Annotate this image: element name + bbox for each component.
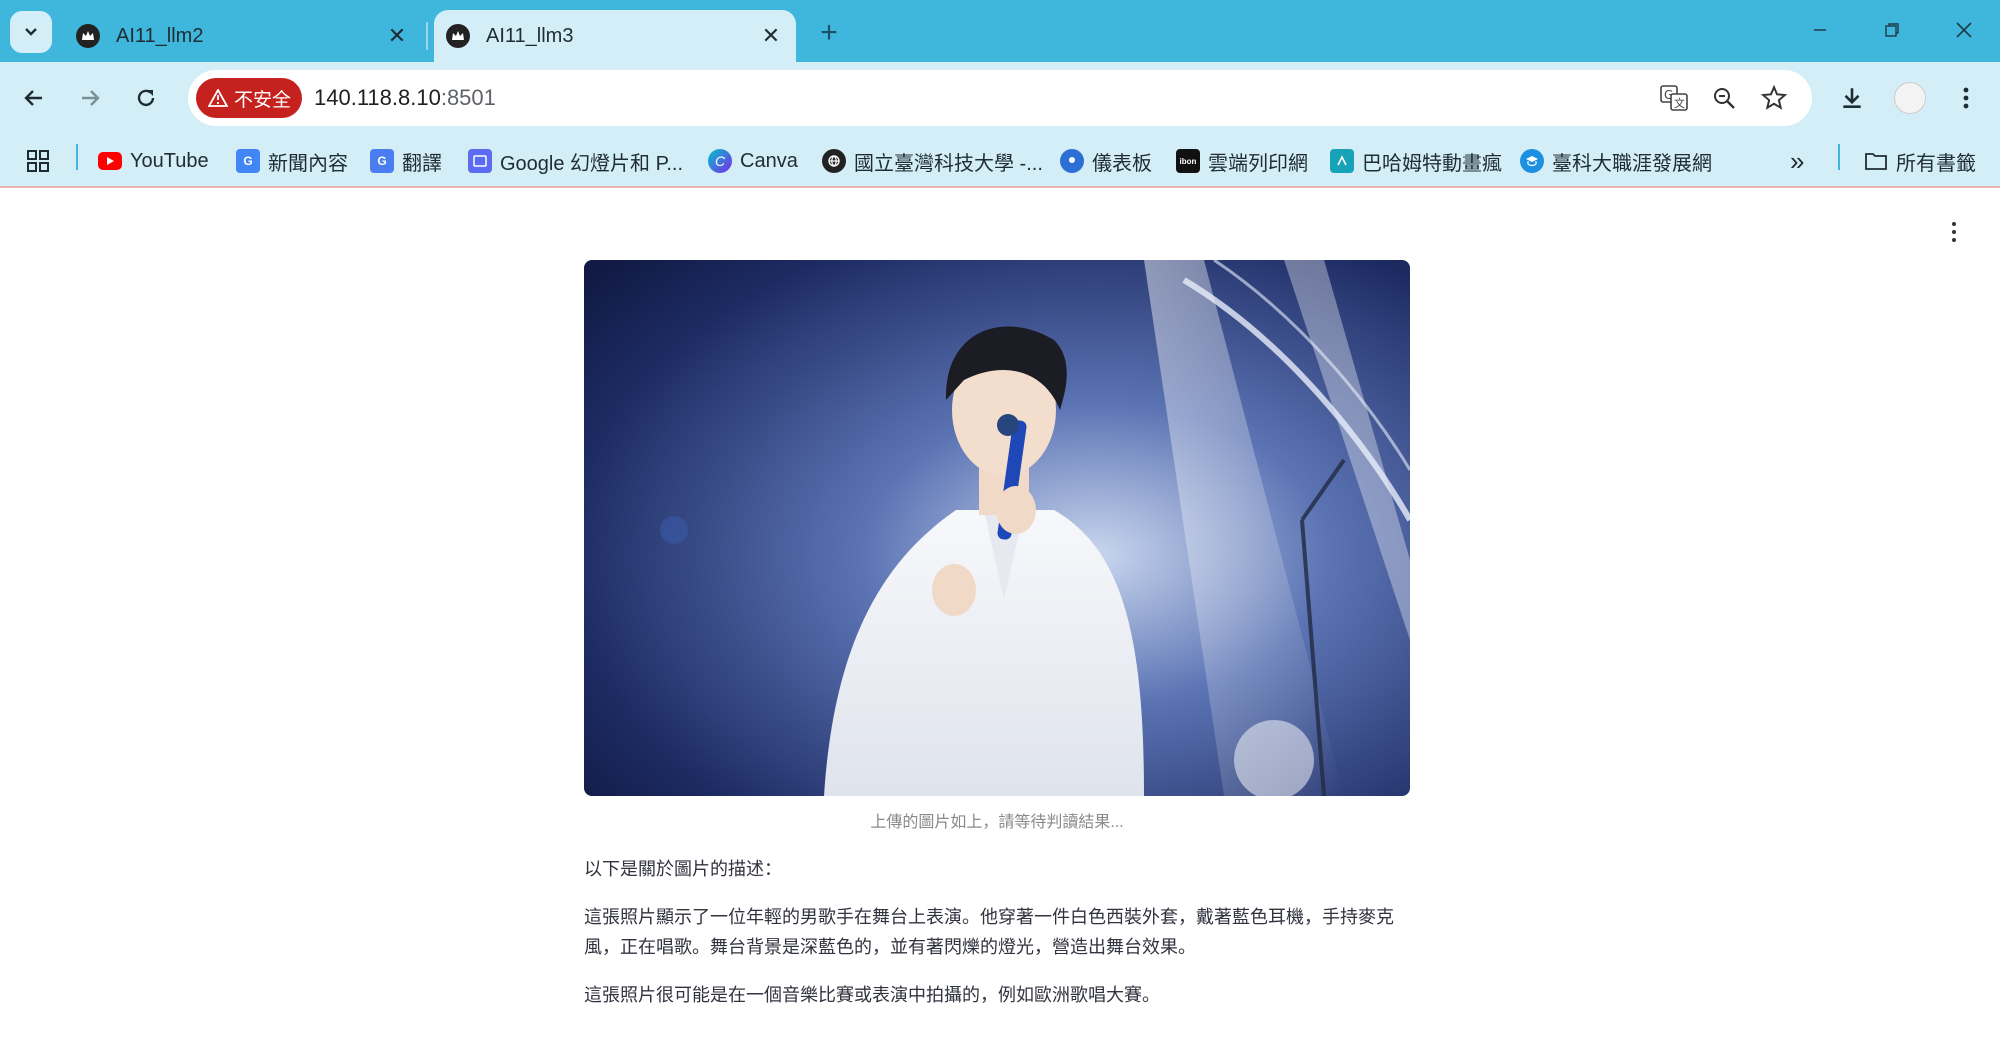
forward-icon[interactable] <box>68 76 112 120</box>
bahamut-icon <box>1330 149 1354 173</box>
bookmark-career[interactable]: 臺科大職涯發展網 <box>1520 144 1712 178</box>
apps-grid-icon[interactable] <box>26 144 50 178</box>
restore-icon[interactable] <box>1862 8 1922 52</box>
not-secure-chip[interactable]: 不安全 <box>196 78 302 118</box>
browser-menu-icon[interactable] <box>1944 76 1988 120</box>
page-content: 上傳的圖片如上，請等待判讀結果... 以下是關於圖片的描述： 這張照片顯示了一位… <box>0 190 2000 1050</box>
description-heading: 以下是關於圖片的描述： <box>584 859 782 879</box>
bookmarks-bar: YouTube G 新聞內容 G 翻譯 Google 幻燈片和 P... C C… <box>0 134 2000 188</box>
tab-ai11-llm3[interactable]: AI11_llm3 ✕ <box>434 10 796 62</box>
tab-strip: AI11_llm2 ✕ AI11_llm3 ✕ + <box>0 0 2000 62</box>
dashboard-icon <box>1060 149 1084 173</box>
bookmark-canva[interactable]: C Canva <box>708 144 798 178</box>
bookmark-label: 新聞內容 <box>268 152 348 175</box>
minimize-icon[interactable] <box>1790 8 1850 52</box>
canva-icon: C <box>708 149 732 173</box>
url-port: :8501 <box>440 85 496 110</box>
bookmark-slides[interactable]: Google 幻燈片和 P... <box>468 144 683 178</box>
bookmark-label: 臺科大職涯發展網 <box>1552 152 1712 175</box>
bookmark-label: YouTube <box>130 149 209 172</box>
avatar <box>1894 82 1926 114</box>
chevron-down-icon <box>25 28 37 36</box>
crown-favicon-icon <box>76 24 100 48</box>
new-tab-button[interactable]: + <box>812 16 846 50</box>
crown-favicon-icon <box>446 24 470 48</box>
bookmark-label: Canva <box>740 149 798 172</box>
close-window-icon[interactable] <box>1934 8 1994 52</box>
tab-title: AI11_llm2 <box>116 24 204 47</box>
zoom-icon[interactable] <box>1704 78 1744 118</box>
bookmark-dashboard[interactable]: 儀表板 <box>1060 144 1152 178</box>
news-icon: G <box>236 149 260 173</box>
bookmark-youtube[interactable]: YouTube <box>98 144 209 178</box>
back-icon[interactable] <box>12 76 56 120</box>
ibon-icon: ibon <box>1176 149 1200 173</box>
bookmarks-divider <box>76 144 78 170</box>
bookmark-ibon[interactable]: ibon 雲端列印網 <box>1176 144 1308 178</box>
translate-icon: G <box>370 149 394 173</box>
all-bookmarks[interactable]: 所有書籤 <box>1864 144 1976 178</box>
bookmark-label: Google 幻燈片和 P... <box>500 152 684 175</box>
browser-toolbar: 不安全 140.118.8.10:8501 G文 <box>0 62 2000 134</box>
tab-ai11-llm2[interactable]: AI11_llm2 ✕ <box>64 10 422 62</box>
bookmark-star-icon[interactable] <box>1754 78 1794 118</box>
bookmark-label: 儀表板 <box>1092 152 1152 175</box>
all-bookmarks-label: 所有書籤 <box>1896 152 1976 175</box>
bookmark-label: 雲端列印網 <box>1208 152 1308 175</box>
address-bar[interactable]: 不安全 140.118.8.10:8501 G文 <box>188 70 1812 126</box>
tab-separator <box>426 22 428 50</box>
url-host: 140.118.8.10 <box>314 85 441 110</box>
singer-photo <box>584 260 1410 796</box>
career-icon <box>1520 149 1544 173</box>
bookmarks-divider <box>1838 144 1840 170</box>
not-secure-label: 不安全 <box>234 89 292 111</box>
reload-icon[interactable] <box>124 76 168 120</box>
tab-search-button[interactable] <box>10 11 52 53</box>
globe-icon <box>822 149 846 173</box>
warning-icon <box>208 89 228 107</box>
tab-title: AI11_llm3 <box>486 24 574 47</box>
close-tab-icon[interactable]: ✕ <box>756 21 786 51</box>
bookmark-bahamut[interactable]: 巴哈姆特動畫瘋 <box>1330 144 1502 178</box>
bookmarks-overflow-icon[interactable]: » <box>1790 144 1804 178</box>
profile-avatar[interactable] <box>1888 76 1932 120</box>
youtube-icon <box>98 152 122 170</box>
svg-text:文: 文 <box>1674 96 1685 110</box>
translate-page-icon[interactable]: G文 <box>1654 78 1694 118</box>
bookmark-news[interactable]: G 新聞內容 <box>236 144 348 178</box>
description-paragraph: 這張照片很可能是在一個音樂比賽或表演中拍攝的，例如歐洲歌唱大賽。 <box>584 985 1160 1005</box>
bookmark-translate[interactable]: G 翻譯 <box>370 144 442 178</box>
bookmark-ntust[interactable]: 國立臺灣科技大學 -... <box>822 144 1043 178</box>
bookmark-label: 國立臺灣科技大學 -... <box>854 152 1043 175</box>
slides-icon <box>468 149 492 173</box>
description-paragraph: 這張照片顯示了一位年輕的男歌手在舞台上表演。他穿著一件白色西裝外套，戴著藍色耳機… <box>584 907 1394 957</box>
url-text[interactable]: 140.118.8.10:8501 <box>314 70 496 126</box>
close-tab-icon[interactable]: ✕ <box>382 21 412 51</box>
uploaded-image <box>584 260 1410 796</box>
downloads-icon[interactable] <box>1830 76 1874 120</box>
bookmark-label: 巴哈姆特動畫瘋 <box>1362 152 1502 175</box>
folder-icon <box>1864 149 1888 173</box>
app-menu-icon[interactable] <box>1944 220 1964 244</box>
bookmark-label: 翻譯 <box>402 152 442 175</box>
image-caption: 上傳的圖片如上，請等待判讀結果... <box>870 814 1124 831</box>
